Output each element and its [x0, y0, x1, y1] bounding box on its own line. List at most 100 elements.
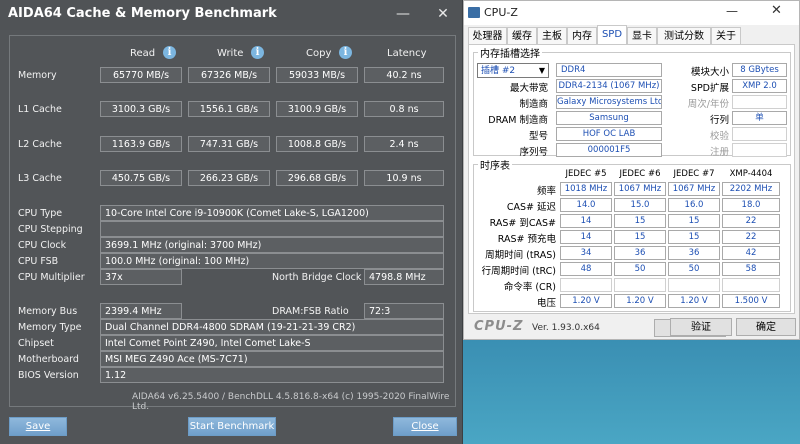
timing-cell: 16.0	[668, 198, 720, 212]
l3-write-value: 266.23 GB/s	[188, 170, 270, 186]
dropdown-arrow-icon: ▼	[538, 66, 545, 75]
tab-mainboard[interactable]: 主板	[537, 27, 567, 44]
desktop-background	[462, 340, 800, 444]
cpuz-window-title: CPU-Z	[484, 6, 518, 19]
module-size-value: 8 GBytes	[732, 63, 787, 77]
l1-copy-value: 3100.9 GB/s	[276, 101, 358, 117]
part-number-value: HOF OC LAB	[556, 127, 662, 141]
timing-row-label: RAS# 到CAS#	[489, 218, 556, 229]
window-title: AIDA64 Cache & Memory Benchmark	[8, 6, 277, 21]
north-bridge-value: 4798.8 MHz	[364, 269, 444, 285]
timing-cell: 1.20 V	[614, 294, 666, 308]
timing-row-label: 周期时间 (tRAS)	[485, 250, 556, 261]
timing-col-header: XMP-4404	[729, 169, 773, 179]
save-button-label: Save	[25, 421, 51, 432]
row-label-memory: Memory	[18, 70, 57, 81]
timing-cell: 36	[668, 246, 720, 260]
timing-col-header: JEDEC #5	[565, 169, 607, 179]
timing-cell: 1067 MHz	[668, 182, 720, 196]
memory-type-value: Dual Channel DDR4-4800 SDRAM (19-21-21-3…	[100, 319, 444, 335]
part-number-label: 型号	[528, 131, 548, 142]
validate-button[interactable]: 验证	[670, 318, 732, 336]
l2-copy-value: 1008.8 GB/s	[276, 136, 358, 152]
timing-cell: 50	[668, 262, 720, 276]
start-benchmark-button[interactable]: Start Benchmark	[188, 417, 276, 436]
close-icon[interactable]: ✕	[430, 4, 456, 24]
module-size-label: 模块大小	[690, 67, 729, 78]
l3-read-value: 450.75 GB/s	[100, 170, 182, 186]
timing-row-label: 行周期时间 (tRC)	[481, 266, 556, 277]
timing-cell: 15	[614, 214, 666, 228]
tab-spd[interactable]: SPD	[597, 25, 627, 45]
l1-latency-value: 0.8 ns	[364, 101, 444, 117]
cpuz-app-icon	[468, 7, 480, 18]
tab-cache[interactable]: 缓存	[507, 27, 537, 44]
timing-row-label: 频率	[536, 186, 556, 197]
motherboard-value: MSI MEG Z490 Ace (MS-7C71)	[100, 351, 444, 367]
week-year-label: 周次/年份	[687, 99, 729, 110]
timing-cell: 15	[668, 230, 720, 244]
chipset-value: Intel Comet Point Z490, Intel Comet Lake…	[100, 335, 444, 351]
ok-button[interactable]: 确定	[736, 318, 796, 336]
column-header-read: Read	[130, 48, 156, 59]
cpu-multiplier-label: CPU Multiplier	[18, 272, 85, 283]
timing-row-label: 电压	[536, 298, 556, 309]
timing-cell	[722, 278, 780, 292]
dram-fsb-ratio-value: 72:3	[364, 303, 444, 319]
write-info-icon[interactable]: i	[251, 46, 264, 59]
timing-cell: 50	[614, 262, 666, 276]
memory-type-value: DDR4	[556, 63, 662, 77]
timing-cell: 42	[722, 246, 780, 260]
timing-cell: 15	[614, 230, 666, 244]
copy-info-icon[interactable]: i	[339, 46, 352, 59]
tab-processor[interactable]: 处理器	[468, 27, 507, 44]
timing-cell: 18.0	[722, 198, 780, 212]
timing-cell: 14	[560, 214, 612, 228]
row-label-l3: L3 Cache	[18, 173, 62, 184]
l3-copy-value: 296.68 GB/s	[276, 170, 358, 186]
timing-cell: 22	[722, 230, 780, 244]
cpuz-window: CPU-Z — ✕ 处理器 缓存 主板 内存 SPD 显卡 测试分数 关于 内存…	[463, 0, 800, 340]
ranks-value: 单	[732, 111, 787, 125]
timing-cell: 1018 MHz	[560, 182, 612, 196]
cpu-fsb-label: CPU FSB	[18, 256, 59, 267]
tab-memory[interactable]: 内存	[567, 27, 597, 44]
slot-dropdown[interactable]: 插槽 #2 ▼	[477, 63, 549, 78]
minimize-icon[interactable]: —	[726, 4, 738, 18]
timing-cell: 58	[722, 262, 780, 276]
spd-ext-value: XMP 2.0	[732, 79, 787, 93]
version-footer: AIDA64 v6.25.5400 / BenchDLL 4.5.816.8-x…	[132, 392, 450, 412]
memory-bus-label: Memory Bus	[18, 306, 78, 317]
save-button[interactable]: Save	[9, 417, 67, 436]
timing-cell	[614, 278, 666, 292]
l2-write-value: 747.31 GB/s	[188, 136, 270, 152]
tab-graphics[interactable]: 显卡	[627, 27, 657, 44]
cpu-clock-label: CPU Clock	[18, 240, 67, 251]
slot-selection-title: 内存插槽选择	[478, 45, 542, 60]
close-icon[interactable]: ✕	[771, 3, 782, 18]
tab-bench[interactable]: 测试分数	[657, 27, 711, 44]
timing-cell: 2202 MHz	[722, 182, 780, 196]
ok-button-label: 确定	[756, 322, 776, 333]
dram-fsb-ratio-label: DRAM:FSB Ratio	[272, 306, 349, 317]
memory-write-value: 67326 MB/s	[188, 67, 270, 83]
week-year-value	[732, 95, 787, 109]
max-bandwidth-label: 最大带宽	[509, 83, 548, 94]
chipset-label: Chipset	[18, 338, 54, 349]
memory-copy-value: 59033 MB/s	[276, 67, 358, 83]
timing-cell: 48	[560, 262, 612, 276]
version-text: Ver. 1.93.0.x64	[532, 323, 600, 333]
minimize-icon[interactable]: —	[390, 4, 416, 24]
north-bridge-label: North Bridge Clock	[272, 272, 362, 283]
aida64-window: AIDA64 Cache & Memory Benchmark — ✕ Read…	[0, 0, 463, 444]
timing-cell: 1.500 V	[722, 294, 780, 308]
read-info-icon[interactable]: i	[163, 46, 176, 59]
bios-version-value: 1.12	[100, 367, 444, 383]
row-label-l1: L1 Cache	[18, 104, 62, 115]
close-button[interactable]: Close	[393, 417, 457, 436]
motherboard-label: Motherboard	[18, 354, 79, 365]
tab-about[interactable]: 关于	[711, 27, 741, 44]
cpu-clock-value: 3699.1 MHz (original: 3700 MHz)	[100, 237, 444, 253]
timing-row-label: CAS# 延迟	[506, 202, 556, 213]
dram-manufacturer-label: DRAM 制造商	[488, 115, 548, 126]
